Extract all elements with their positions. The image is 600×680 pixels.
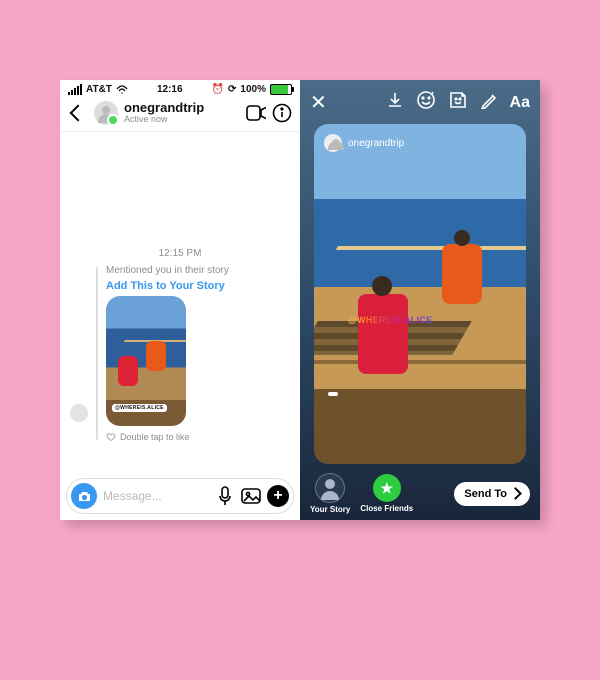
carrier-label: AT&T bbox=[86, 84, 112, 95]
story-share-bar: Your Story ★ Close Friends Send To bbox=[300, 473, 540, 514]
clock: 12:16 bbox=[157, 84, 183, 95]
more-button[interactable]: + bbox=[267, 485, 289, 507]
face-filter-button[interactable] bbox=[416, 90, 436, 115]
battery-icon bbox=[270, 84, 292, 95]
signal-icon bbox=[68, 84, 82, 95]
active-dot-icon bbox=[107, 114, 119, 126]
dm-screen: AT&T 12:16 ⏰ ⟳ 100% onegrandtrip Active … bbox=[60, 80, 300, 520]
rotation-lock-icon: ⟳ bbox=[228, 84, 236, 95]
heart-icon bbox=[106, 432, 116, 442]
sender-avatar[interactable] bbox=[70, 404, 88, 422]
your-story-button[interactable]: Your Story bbox=[310, 473, 350, 514]
status-bar: AT&T 12:16 ⏰ ⟳ 100% bbox=[60, 80, 300, 95]
add-to-story-link[interactable]: Add This to Your Story bbox=[106, 280, 229, 292]
draw-button[interactable] bbox=[480, 91, 498, 114]
preview-tag: @WHEREIS.ALICE bbox=[112, 404, 167, 412]
camera-button[interactable] bbox=[71, 483, 97, 509]
close-friends-button[interactable]: ★ Close Friends bbox=[360, 474, 413, 513]
attr-avatar bbox=[324, 134, 342, 152]
save-button[interactable] bbox=[386, 91, 404, 114]
text-tool-button[interactable]: Aa bbox=[510, 94, 530, 112]
close-button[interactable]: ✕ bbox=[310, 93, 327, 113]
mention-label: Mentioned you in their story bbox=[106, 265, 229, 276]
chevron-right-icon bbox=[509, 487, 522, 500]
back-button[interactable] bbox=[68, 103, 88, 123]
message-composer: Message... + bbox=[66, 478, 294, 514]
gallery-button[interactable] bbox=[241, 486, 261, 506]
your-story-avatar-icon bbox=[315, 473, 345, 503]
double-tap-hint[interactable]: Double tap to like bbox=[106, 432, 229, 442]
reshare-attribution[interactable]: onegrandtrip bbox=[324, 134, 404, 152]
video-call-button[interactable] bbox=[246, 103, 266, 123]
reply-gutter bbox=[96, 267, 98, 440]
send-to-button[interactable]: Send To bbox=[454, 482, 530, 506]
attr-username: onegrandtrip bbox=[348, 138, 404, 149]
active-status: Active now bbox=[124, 115, 204, 125]
info-button[interactable] bbox=[272, 103, 292, 123]
username[interactable]: onegrandtrip bbox=[124, 101, 204, 115]
thread-timestamp: 12:15 PM bbox=[60, 248, 300, 259]
message-input[interactable]: Message... bbox=[103, 489, 209, 503]
story-editor-screen: ✕ Aa onegrand bbox=[300, 80, 540, 520]
alarm-icon: ⏰ bbox=[212, 84, 224, 95]
avatar[interactable] bbox=[94, 101, 118, 125]
message-thread[interactable]: 12:15 PM Mentioned you in their story Ad… bbox=[60, 138, 300, 478]
battery-percent: 100% bbox=[240, 84, 266, 95]
dm-header: onegrandtrip Active now bbox=[60, 95, 300, 132]
voice-button[interactable] bbox=[215, 486, 235, 506]
story-mention-preview[interactable]: @WHEREIS.ALICE bbox=[106, 296, 186, 426]
story-canvas[interactable]: onegrandtrip @WHEREIS.ALICE bbox=[314, 124, 526, 464]
sticker-button[interactable] bbox=[448, 90, 468, 115]
mention-sticker[interactable]: @WHEREIS.ALICE bbox=[328, 392, 338, 396]
star-icon: ★ bbox=[380, 480, 393, 497]
wifi-icon bbox=[116, 85, 128, 94]
story-toolbar: ✕ Aa bbox=[300, 80, 540, 121]
